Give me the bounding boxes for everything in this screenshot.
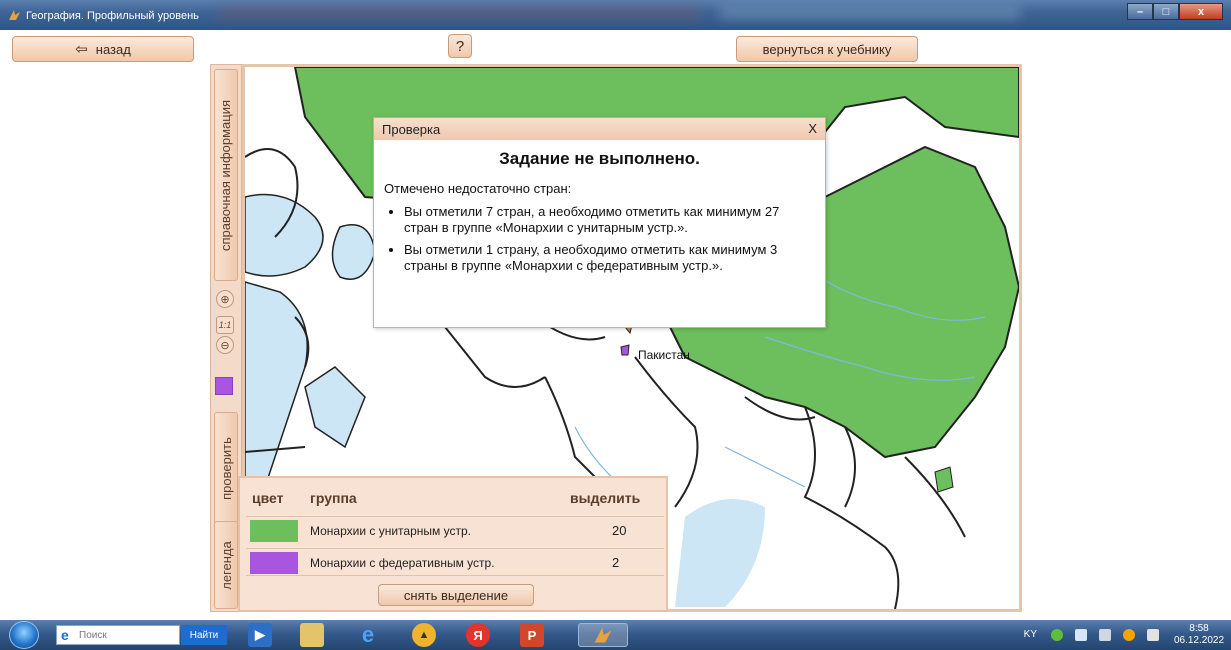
tab-legend-label: легенда [218, 540, 234, 590]
media-player-icon[interactable]: ▶ [248, 623, 272, 647]
tab-check[interactable]: проверить [214, 412, 238, 524]
window-controls: – □ x [1127, 3, 1223, 20]
clear-selection-button[interactable]: снять выделение [378, 584, 534, 606]
dialog-error-list: Вы отметили 7 стран, а необходимо отмети… [404, 204, 813, 274]
app-icon [9, 10, 20, 20]
tab-reference-info-label: справочная информация [218, 99, 234, 251]
clock-time: 8:58 [1189, 623, 1209, 634]
taskbar: e Поиск Найти ▶ e ▲ Я P KY 8:58 06.12.20… [0, 620, 1231, 650]
legend-panel: цвет группа выделить Монархии с унитарны… [238, 476, 668, 612]
dialog-error-item: Вы отметили 1 страну, а необходимо отмет… [404, 242, 813, 274]
taskbar-search-button[interactable]: Найти [181, 625, 227, 645]
dialog-heading: Задание не выполнено. [499, 149, 700, 168]
legend-header-select: выделить [570, 490, 641, 506]
clock-date: 06.12.2022 [1173, 635, 1225, 646]
legend-label-unitary: Монархии с унитарным устр. [310, 524, 471, 538]
map-label-pakistan: Пакистан [638, 348, 690, 362]
help-button[interactable]: ? [448, 34, 472, 58]
return-to-textbook-button[interactable]: вернуться к учебнику [736, 36, 918, 62]
powerpoint-icon[interactable]: P [520, 623, 544, 647]
tray-network-icon[interactable] [1123, 629, 1135, 641]
geography-app-taskbar-icon[interactable] [578, 623, 628, 647]
internet-explorer-icon[interactable]: e [356, 622, 380, 647]
legend-header-group: группа [310, 490, 357, 506]
tab-legend[interactable]: легенда [214, 521, 238, 609]
dialog-error-item: Вы отметили 7 стран, а необходимо отмети… [404, 204, 813, 236]
zoom-in-button[interactable]: ⊕ [216, 290, 234, 308]
tray-flag-icon[interactable] [1099, 629, 1111, 641]
dialog-title: Проверка [382, 122, 441, 137]
tab-check-label: проверить [218, 436, 234, 500]
check-result-dialog: Проверка X Задание не выполнено. Отмечен… [373, 117, 826, 328]
start-button[interactable] [9, 621, 39, 649]
legend-swatch-unitary[interactable] [250, 520, 298, 542]
back-arrow-icon: ⇦ [75, 41, 88, 58]
legend-row-unitary[interactable]: Монархии с унитарным устр. 20 [246, 516, 664, 544]
close-window-button[interactable]: x [1179, 3, 1223, 20]
app-icon-yellow[interactable]: ▲ [412, 623, 436, 647]
search-placeholder: Поиск [79, 630, 107, 641]
dialog-subtitle: Отмечено недостаточно стран: [384, 181, 572, 196]
dialog-close-button[interactable]: X [808, 121, 817, 136]
maximize-button[interactable]: □ [1153, 3, 1179, 20]
tray-icon-green[interactable] [1051, 629, 1063, 641]
tab-reference-info[interactable]: справочная информация [214, 69, 238, 281]
current-color-swatch[interactable] [215, 377, 233, 395]
minimize-button[interactable]: – [1127, 3, 1153, 20]
ie-search-icon: e [61, 627, 69, 643]
legend-header-color: цвет [252, 490, 284, 506]
language-indicator[interactable]: KY [1024, 629, 1037, 640]
clock[interactable]: 8:58 06.12.2022 [1173, 623, 1225, 647]
taskbar-search-input[interactable]: e Поиск [56, 625, 180, 645]
legend-count-unitary: 20 [612, 523, 627, 538]
tray-icon-display[interactable] [1075, 629, 1087, 641]
dialog-header: Проверка X [374, 118, 825, 140]
zoom-out-button[interactable]: ⊖ [216, 336, 234, 354]
volume-icon[interactable] [1147, 629, 1159, 641]
legend-label-federal: Монархии с федеративным устр. [310, 556, 495, 570]
window-title: География. Профильный уровень [26, 10, 199, 22]
geography-app-icon [594, 627, 612, 643]
zoom-reset-button[interactable]: 1:1 [216, 316, 234, 334]
legend-swatch-federal[interactable] [250, 552, 298, 574]
legend-row-federal[interactable]: Монархии с федеративным устр. 2 [246, 548, 664, 576]
file-explorer-icon[interactable] [300, 623, 324, 647]
back-button[interactable]: ⇦ назад [12, 36, 194, 62]
back-button-label: назад [95, 41, 131, 57]
window-title-bar: География. Профильный уровень – □ x [0, 0, 1231, 30]
yandex-browser-icon[interactable]: Я [466, 623, 490, 647]
legend-count-federal: 2 [612, 555, 620, 570]
